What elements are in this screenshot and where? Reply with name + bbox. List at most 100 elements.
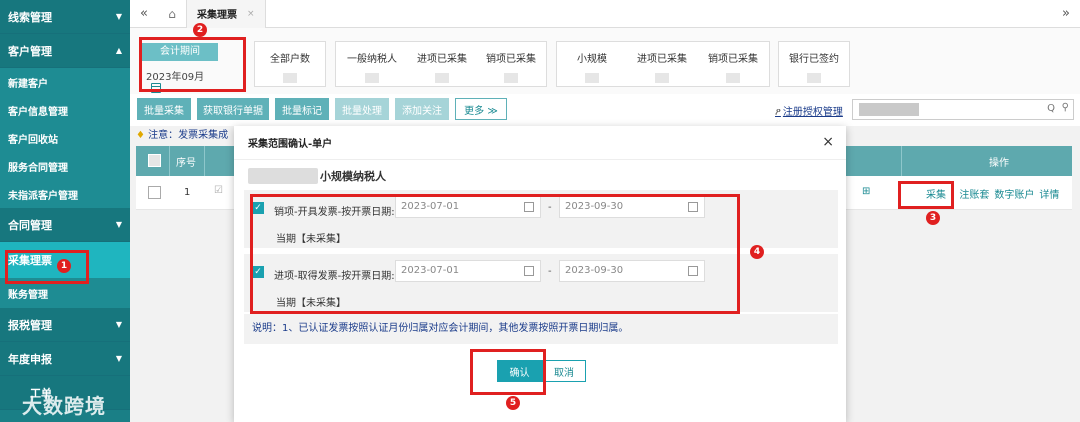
divider — [901, 146, 902, 176]
register-auth-label: 注册授权管理 — [782, 107, 843, 118]
step-marker-1: 1 — [57, 259, 71, 273]
stat-label: 一般纳税人 — [347, 54, 397, 65]
blurred-value — [585, 73, 599, 83]
chevron-down-icon: ▼ — [115, 320, 122, 329]
sidebar-item-new-customer[interactable]: 新建客户 — [0, 68, 130, 96]
dialog-header: 采集范围确认-单户 × — [234, 126, 846, 160]
account-set-link[interactable]: 注账套 — [959, 186, 989, 201]
register-auth-link[interactable]: ዖ 注册授权管理 — [775, 103, 843, 118]
dialog-title: 采集范围确认-单户 — [248, 139, 333, 150]
stat-label: 银行已签约 — [789, 54, 839, 65]
expand-icon[interactable]: » — [1062, 6, 1070, 21]
stat-general-taxpayer[interactable]: 一般纳税人 进项已采集 销项已采集 — [335, 41, 547, 87]
user-icon: ዖ — [775, 107, 781, 118]
stat-label: 全部户数 — [270, 54, 310, 65]
sidebar-group-tax[interactable]: 报税管理 ▼ — [0, 308, 130, 342]
chevron-down-icon: ▼ — [115, 220, 122, 229]
sidebar-group-contract[interactable]: 合同管理 ▼ — [0, 208, 130, 242]
sidebar-item-label: 客户信息管理 — [8, 106, 68, 118]
sidebar-group-annual[interactable]: 年度申报 ▼ — [0, 342, 130, 376]
close-icon[interactable]: × — [247, 9, 255, 19]
row-checkbox[interactable] — [148, 186, 161, 199]
sidebar-item-label: 客户回收站 — [8, 134, 58, 146]
stat-small-scale[interactable]: 小规模 进项已采集 销项已采集 — [556, 41, 770, 87]
sidebar-group-label: 线索管理 — [8, 10, 52, 24]
notice-text: 注意：发票采集成 — [148, 130, 229, 141]
header-no: 序号 — [176, 158, 196, 169]
sidebar-item-customer-info[interactable]: 客户信息管理 — [0, 96, 130, 124]
sidebar-item-label: 账务管理 — [8, 289, 48, 301]
annotation-box-2 — [139, 37, 246, 92]
close-icon[interactable]: × — [822, 134, 834, 150]
tab-label: 采集理票 — [197, 10, 237, 21]
stats-bar: 会计期间 2023年09月 全部户数 一般纳税人 进项已采集 销项已采集 小规模… — [130, 28, 1080, 94]
sidebar-item-service-contract[interactable]: 服务合同管理 — [0, 152, 130, 180]
sidebar-group-leads[interactable]: 线索管理 ▼ — [0, 0, 130, 34]
sidebar-group-label: 客户管理 — [8, 44, 52, 58]
sidebar-group-label: 报税管理 — [8, 318, 52, 332]
select-all-checkbox[interactable] — [148, 154, 161, 167]
stat-label: 销项已采集 — [486, 54, 536, 65]
toolbar: 批量采集 获取银行单据 批量标记 批量处理 添加关注 更多 ≫ ዖ 注册授权管理 … — [130, 94, 1080, 126]
taxpayer-type: 小规模纳税人 — [320, 170, 386, 183]
annotation-box-3 — [898, 181, 954, 209]
stat-all[interactable]: 全部户数 — [254, 41, 326, 87]
sidebar-item-customer-recycle[interactable]: 客户回收站 — [0, 124, 130, 152]
sidebar-group-label: 年度申报 — [8, 352, 52, 366]
step-marker-2: 2 — [193, 23, 207, 37]
home-icon[interactable]: ⌂ — [158, 0, 186, 28]
add-follow-button[interactable]: 添加关注 — [395, 98, 449, 120]
detail-link[interactable]: 详情 — [1039, 186, 1059, 201]
blurred-value — [859, 103, 919, 116]
stat-label: 小规模 — [577, 54, 607, 65]
sidebar-group-label: 合同管理 — [8, 218, 52, 232]
edit-icon[interactable]: ☑ — [214, 185, 223, 196]
digital-account-link[interactable]: 数字账户 — [994, 186, 1034, 201]
dialog-subtitle: 小规模纳税人 — [248, 166, 386, 186]
sidebar: 线索管理 ▼ 客户管理 ▲ 新建客户 客户信息管理 客户回收站 服务合同管理 未… — [0, 0, 130, 422]
divider — [204, 146, 205, 176]
sidebar-item-label: 未指派客户管理 — [8, 190, 78, 202]
batch-collect-button[interactable]: 批量采集 — [137, 98, 191, 120]
dialog-note: 说明：1、已认证发票按照认证月份归属对应会计期间，其他发票按照开票日期归属。 — [244, 314, 838, 344]
more-button[interactable]: 更多 ≫ — [455, 98, 507, 120]
search-input[interactable]: Q ⚲ — [852, 99, 1074, 120]
blurred-value — [365, 73, 379, 83]
sidebar-item-label: 服务合同管理 — [8, 162, 68, 174]
watermark: 大数跨境 — [22, 394, 106, 418]
bulb-icon: ♦ — [136, 130, 145, 141]
stat-label: 销项已采集 — [708, 54, 758, 65]
batch-mark-button[interactable]: 批量标记 — [275, 98, 329, 120]
row-no: 1 — [184, 187, 191, 198]
annotation-box-1 — [5, 250, 89, 284]
chevron-down-icon: ▼ — [115, 354, 122, 363]
cancel-button[interactable]: 取消 — [542, 360, 586, 382]
fetch-bank-button[interactable]: 获取银行单据 — [197, 98, 269, 120]
annotation-box-5 — [470, 349, 546, 395]
blurred-value — [283, 73, 297, 83]
blurred-value — [726, 73, 740, 83]
stat-bank-signed[interactable]: 银行已签约 — [778, 41, 850, 87]
tab-bar: « ⌂ 采集理票 × » — [130, 0, 1080, 28]
divider — [169, 146, 170, 176]
header-op: 操作 — [989, 158, 1009, 169]
blurred-value — [807, 73, 821, 83]
sidebar-item-unassigned[interactable]: 未指派客户管理 — [0, 180, 130, 208]
blurred-value — [435, 73, 449, 83]
blurred-value — [655, 73, 669, 83]
stat-label: 进项已采集 — [637, 54, 687, 65]
sidebar-group-customers[interactable]: 客户管理 ▲ — [0, 34, 130, 68]
blurred-value — [504, 73, 518, 83]
search-icon[interactable]: Q — [1047, 103, 1055, 114]
filter-icon[interactable]: ⚲ — [1062, 102, 1069, 113]
annotation-box-4 — [250, 194, 740, 314]
step-marker-4: 4 — [750, 245, 764, 259]
sidebar-item-label: 新建客户 — [8, 78, 48, 90]
search-detail-icon[interactable]: ⊞ — [862, 186, 870, 197]
collapse-icon[interactable]: « — [130, 6, 158, 21]
blurred-company-name — [248, 168, 318, 184]
step-marker-5: 5 — [506, 396, 520, 410]
batch-process-button[interactable]: 批量处理 — [335, 98, 389, 120]
step-marker-3: 3 — [926, 211, 940, 225]
chevron-up-icon: ▲ — [115, 46, 122, 55]
